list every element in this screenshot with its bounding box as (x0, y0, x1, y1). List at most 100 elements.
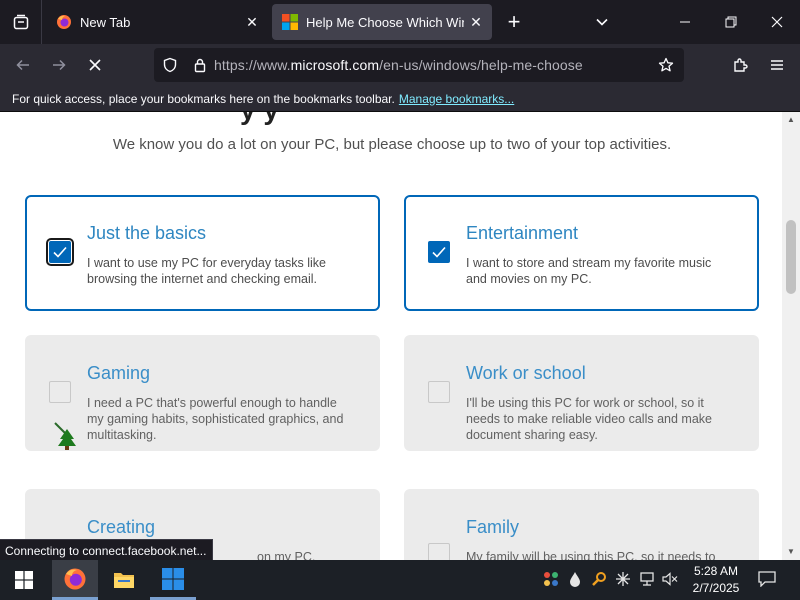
start-button[interactable] (4, 560, 44, 600)
clock-time: 5:28 AM (693, 564, 739, 578)
notifications-button[interactable] (756, 568, 778, 590)
close-icon (771, 16, 783, 28)
page-intro: We know you do a lot on your PC, but ple… (112, 136, 672, 153)
windows-taskbar: 5:28 AM 2/7/2025 (0, 560, 800, 600)
close-tab-icon[interactable]: ✕ (464, 10, 488, 34)
firefox-view-button[interactable] (0, 0, 42, 44)
restore-icon (725, 16, 737, 28)
notification-speech-icon (758, 571, 776, 587)
microsoft-logo-icon (282, 14, 298, 30)
tray-volume-muted-icon[interactable] (661, 570, 679, 588)
url-text: https://www.microsoft.com/en-us/windows/… (214, 57, 583, 73)
bookmark-star-icon[interactable] (658, 57, 674, 73)
checkbox-just-the-basics[interactable] (46, 238, 74, 266)
new-tab-button[interactable]: + (500, 8, 528, 36)
windows-tiles-icon (162, 567, 184, 590)
card-description: I want to store and stream my favorite m… (466, 256, 712, 286)
scroll-up-arrow-icon[interactable]: ▲ (786, 114, 796, 124)
stop-loading-button[interactable] (80, 50, 110, 80)
card-title: Family (466, 517, 519, 537)
tray-drop-icon[interactable] (566, 570, 584, 588)
card-title: Creating (87, 517, 156, 537)
activity-card-just-the-basics[interactable]: Just the basics I want to use my PC for … (25, 195, 380, 311)
checkbox-family[interactable] (428, 543, 450, 560)
scroll-down-arrow-icon[interactable]: ▼ (786, 546, 796, 556)
card-title: Gaming (87, 363, 151, 383)
tray-snowflake-icon[interactable] (614, 570, 632, 588)
tray-search-tool-icon[interactable] (590, 570, 608, 588)
firefox-view-icon (13, 14, 28, 30)
url-prefix: https://www. (214, 57, 291, 73)
firefox-icon (57, 15, 71, 29)
christmas-tree-cursor-icon (54, 422, 76, 450)
card-description: I'll be using this PC for work or school… (466, 396, 712, 442)
application-menu-button[interactable] (762, 50, 792, 80)
activity-card-work-or-school[interactable]: Work or school I'll be using this PC for… (404, 335, 759, 451)
taskbar-file-explorer[interactable] (102, 560, 146, 600)
speaker-muted-icon (662, 572, 678, 586)
arrow-left-icon (16, 59, 29, 71)
card-description-partial: on my PC, (257, 550, 316, 560)
checkbox-gaming[interactable] (49, 381, 71, 403)
card-description: I want to use my PC for everyday tasks l… (87, 256, 326, 286)
clock-date: 2/7/2025 (692, 581, 740, 595)
card-title: Work or school (466, 363, 586, 383)
checkmark-icon (53, 246, 67, 258)
tab-help-me-choose[interactable]: Help Me Choose Which Window ✕ (272, 4, 492, 40)
checkbox-work-or-school[interactable] (428, 381, 450, 403)
water-drop-icon (570, 572, 580, 587)
taskbar-firefox[interactable] (52, 560, 98, 600)
folder-icon (114, 573, 134, 588)
card-title: Entertainment (466, 223, 579, 243)
lock-icon[interactable] (192, 57, 208, 73)
restore-button[interactable] (708, 0, 754, 44)
taskbar-windows-app[interactable] (150, 560, 196, 600)
extensions-button[interactable] (726, 50, 756, 80)
bookmarks-toolbar: For quick access, place your bookmarks h… (0, 86, 800, 112)
close-icon (89, 59, 101, 71)
bookmarks-message: For quick access, place your bookmarks h… (12, 91, 395, 106)
close-window-button[interactable] (754, 0, 800, 44)
tracking-protection-shield-icon[interactable] (162, 57, 178, 73)
page-content: y y We know you do a lot on your PC, but… (0, 112, 800, 560)
minimize-button[interactable] (662, 0, 708, 44)
network-icon (640, 572, 654, 586)
checkbox-entertainment[interactable] (428, 241, 450, 263)
colorful-app-icon (544, 572, 558, 586)
magnifier-icon (592, 572, 606, 586)
card-description: My family will be using this PC, so it n… (466, 550, 716, 560)
navigation-toolbar: https://www.microsoft.com/en-us/windows/… (0, 44, 800, 86)
card-title: Just the basics (87, 223, 207, 243)
activity-card-entertainment[interactable]: Entertainment I want to store and stream… (404, 195, 759, 311)
manage-bookmarks-link[interactable]: Manage bookmarks... (399, 92, 514, 106)
status-bar: Connecting to connect.facebook.net... (0, 539, 214, 561)
address-bar[interactable]: https://www.microsoft.com/en-us/windows/… (154, 48, 684, 82)
tab-title: New Tab (80, 14, 131, 30)
page-heading-partial: y y (240, 112, 279, 126)
list-all-tabs-button[interactable] (588, 8, 616, 36)
activity-card-gaming[interactable]: Gaming I need a PC that's powerful enoug… (25, 335, 380, 451)
scrollbar-thumb[interactable] (786, 220, 796, 294)
minimize-icon (680, 21, 690, 23)
url-path: /en-us/windows/help-me-choose (379, 57, 583, 73)
checkmark-icon (432, 246, 446, 258)
back-button[interactable] (8, 50, 38, 80)
page-scrollbar[interactable]: ▲ ▼ (782, 112, 800, 560)
chevron-down-icon (596, 18, 608, 26)
forward-button[interactable] (44, 50, 74, 80)
arrow-right-icon (53, 59, 66, 71)
tray-app-icon[interactable] (542, 570, 560, 588)
tab-new-tab[interactable]: New Tab ✕ (46, 4, 268, 40)
puzzle-piece-icon (734, 58, 748, 72)
tray-network-icon[interactable] (638, 570, 656, 588)
card-description: I need a PC that's powerful enough to ha… (87, 396, 344, 442)
url-host: microsoft.com (290, 57, 380, 73)
tab-bar: New Tab ✕ Help Me Choose Which Window ✕ … (0, 0, 800, 44)
hamburger-menu-icon (771, 60, 783, 70)
close-tab-icon[interactable]: ✕ (240, 10, 264, 34)
firefox-icon (64, 568, 86, 589)
tab-title: Help Me Choose Which Window (306, 14, 464, 30)
taskbar-clock[interactable]: 5:28 AM 2/7/2025 (686, 563, 746, 597)
activity-card-family[interactable]: Family My family will be using this PC, … (404, 489, 759, 560)
snowflake-icon (616, 572, 630, 586)
